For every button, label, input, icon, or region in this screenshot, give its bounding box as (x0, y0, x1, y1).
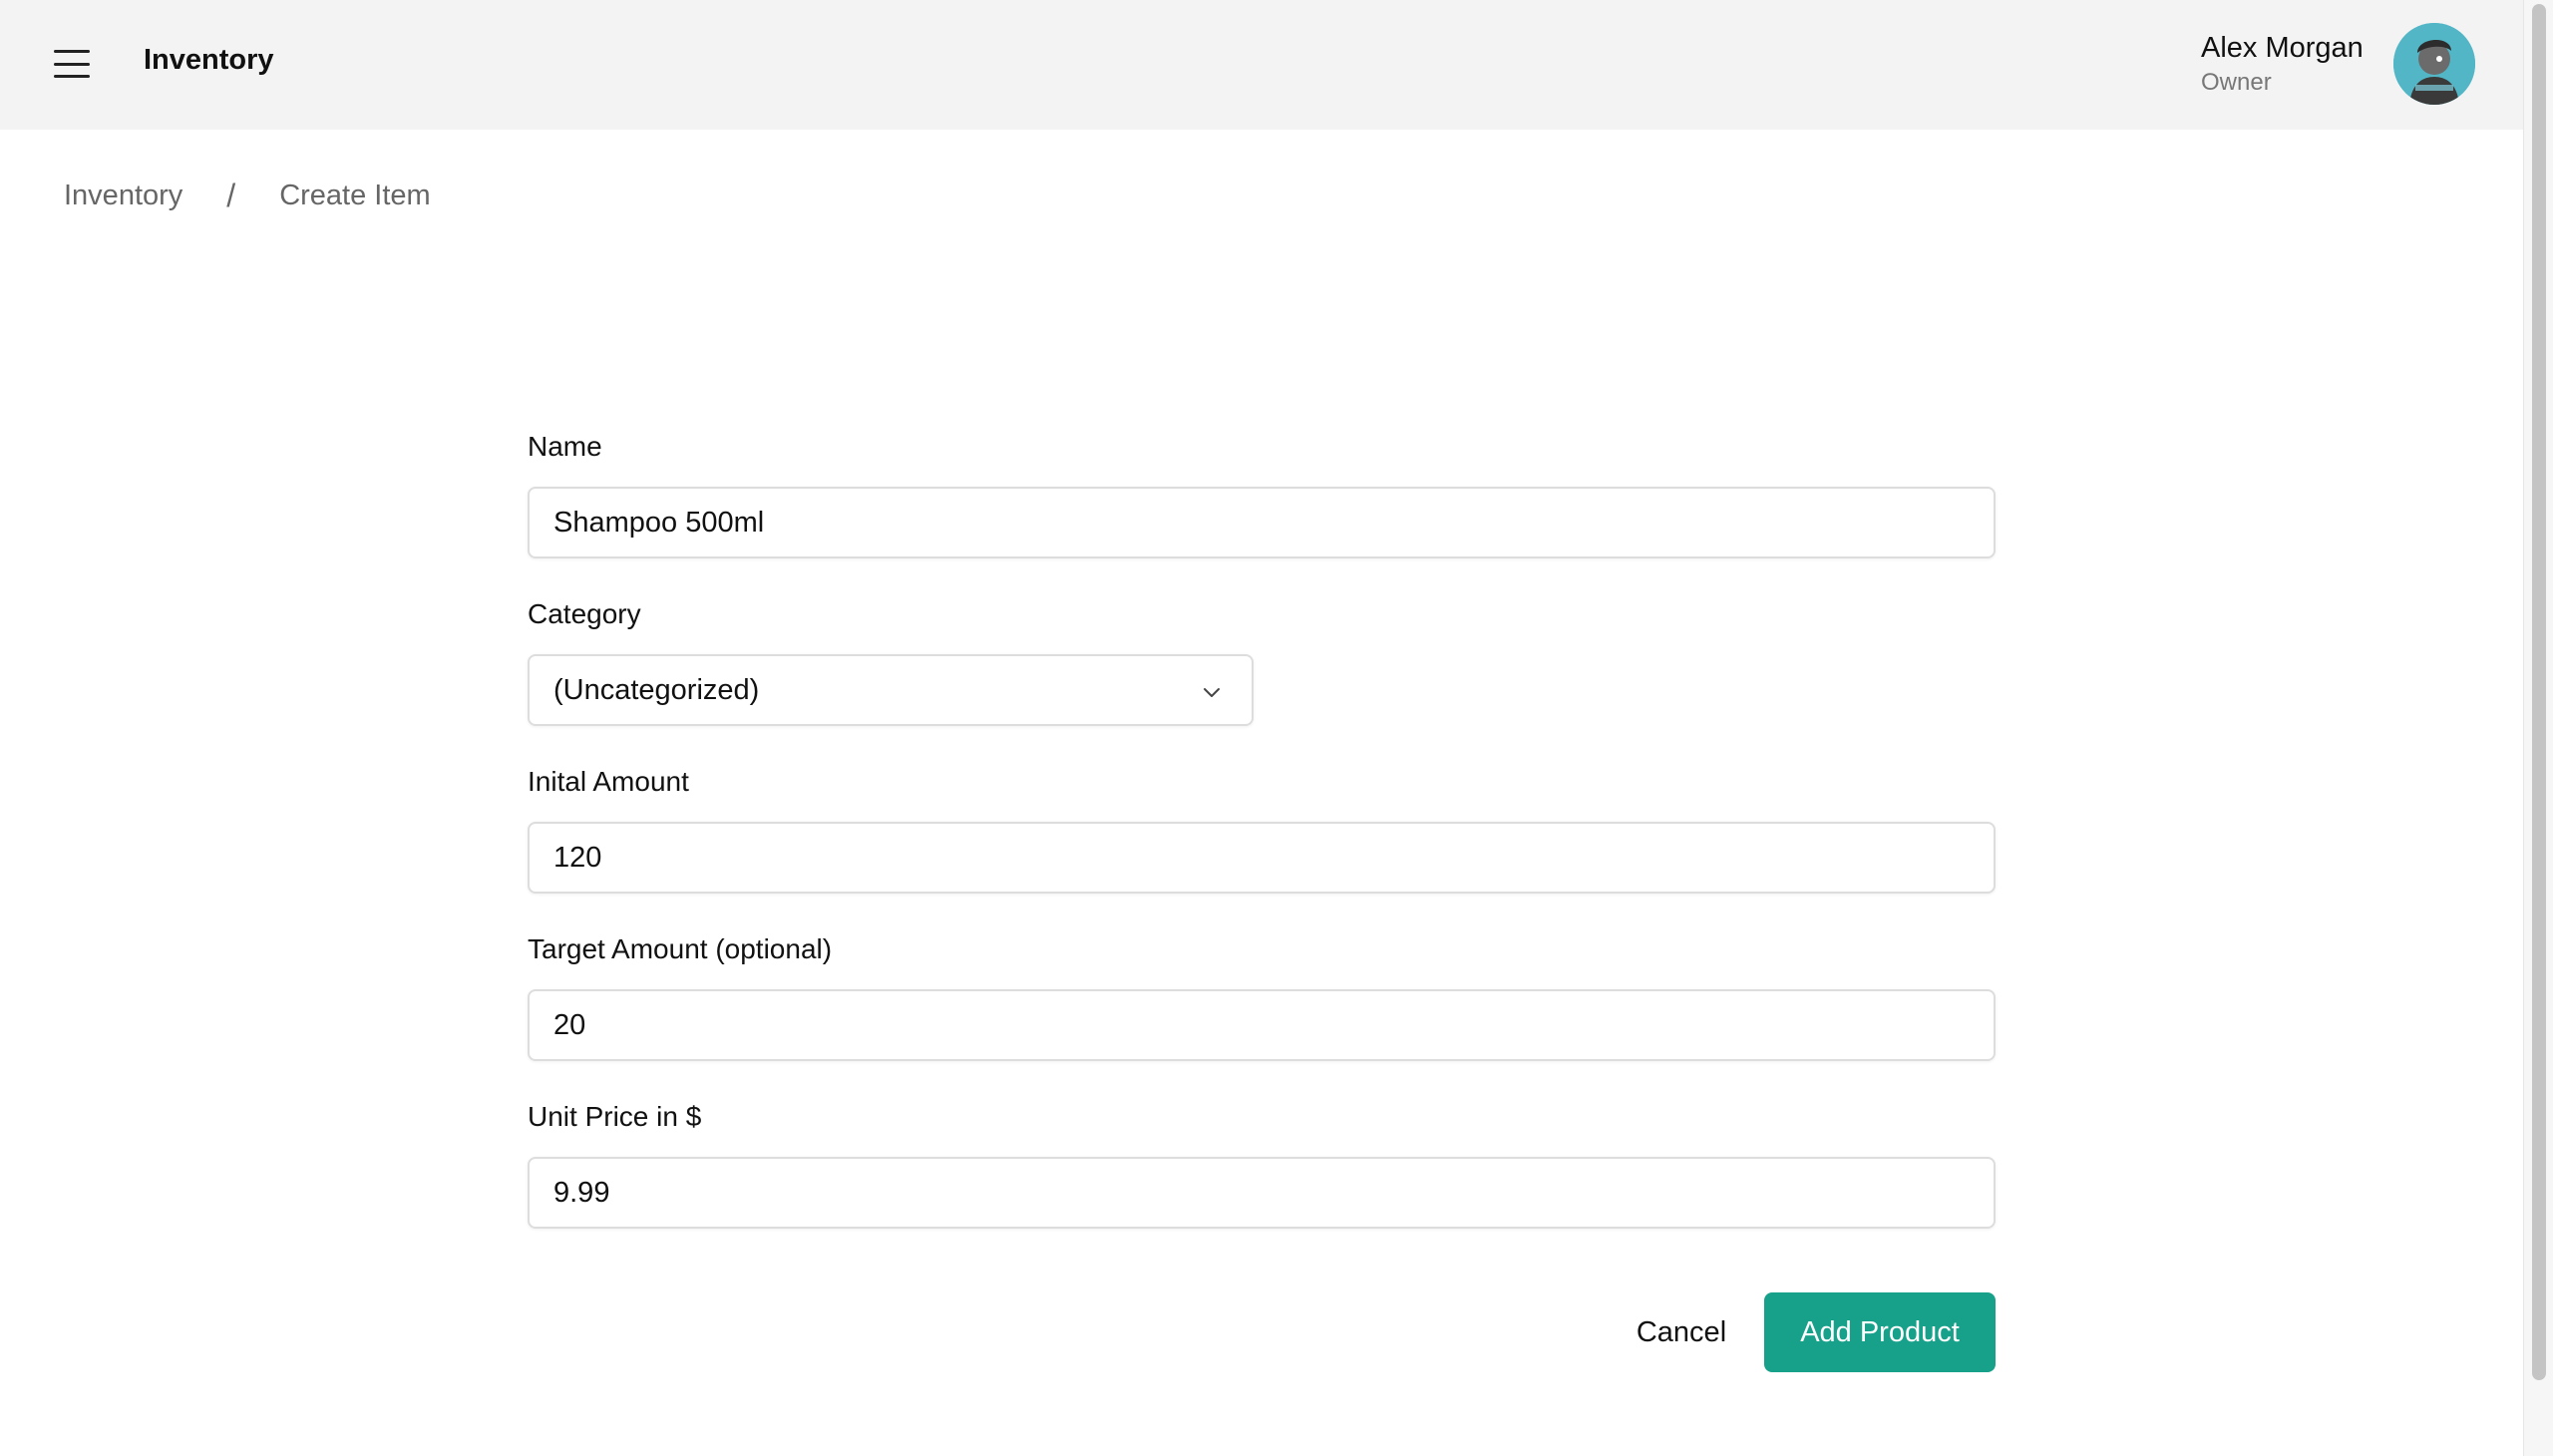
breadcrumb-current: Create Item (279, 180, 431, 211)
avatar[interactable] (2393, 23, 2475, 105)
user-role: Owner (2201, 69, 2272, 96)
cancel-button[interactable]: Cancel (1607, 1292, 1756, 1372)
top-header: Inventory Alex Morgan Owner (0, 0, 2523, 130)
target-amount-input[interactable] (528, 989, 1996, 1061)
category-label: Category (528, 598, 641, 629)
app-title: Inventory (144, 44, 274, 76)
hamburger-menu-icon[interactable] (50, 46, 94, 82)
vertical-scrollbar[interactable] (2523, 0, 2553, 1456)
name-label: Name (528, 431, 602, 462)
breadcrumb: Inventory / Create Item (64, 178, 431, 214)
unit-price-label: Unit Price in $ (528, 1101, 702, 1132)
target-amount-label: Target Amount (optional) (528, 933, 833, 964)
category-selected-value: (Uncategorized) (553, 673, 760, 706)
app-root: Inventory Alex Morgan Owner Inventory / … (0, 0, 2553, 1456)
user-info[interactable]: Alex Morgan Owner (2201, 28, 2364, 98)
initial-amount-input[interactable] (528, 822, 1996, 894)
breadcrumb-separator: / (226, 178, 236, 213)
breadcrumb-inventory-link[interactable]: Inventory (64, 180, 182, 212)
chevron-down-icon (1204, 688, 1220, 697)
scrollbar-thumb[interactable] (2532, 4, 2546, 1380)
category-select[interactable]: (Uncategorized) (528, 654, 1254, 726)
add-product-button[interactable]: Add Product (1764, 1292, 1996, 1372)
unit-price-input[interactable] (528, 1157, 1996, 1229)
name-input[interactable] (528, 487, 1996, 558)
user-avatar-icon (2393, 23, 2475, 105)
initial-amount-label: Inital Amount (528, 766, 689, 797)
user-name: Alex Morgan (2201, 32, 2364, 64)
